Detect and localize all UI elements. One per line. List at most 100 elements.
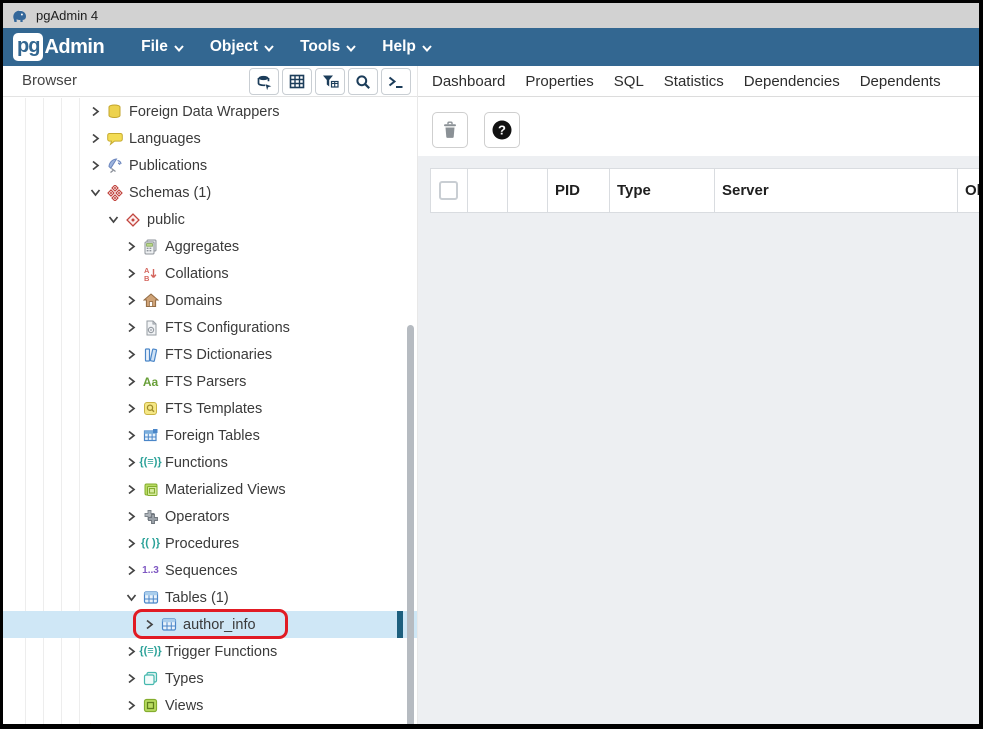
chevron-down-icon[interactable] bbox=[88, 188, 102, 197]
chevron-right-icon[interactable] bbox=[124, 673, 138, 684]
tree-item-sequences[interactable]: 1..3 Sequences bbox=[3, 557, 417, 584]
tree-item-materialized-views[interactable]: Materialized Views bbox=[3, 476, 417, 503]
tree-item-tables[interactable]: Tables (1) bbox=[3, 584, 417, 611]
menu-tools[interactable]: Tools bbox=[287, 29, 369, 65]
tree-item-schemas[interactable]: Schemas (1) bbox=[3, 179, 417, 206]
tree-item-procedures[interactable]: {( )} Procedures bbox=[3, 530, 417, 557]
chevron-right-icon[interactable] bbox=[124, 349, 138, 360]
menu-help[interactable]: Help bbox=[369, 29, 445, 65]
psql-tool-icon bbox=[388, 75, 404, 89]
column-header-type[interactable]: Type bbox=[610, 168, 715, 213]
tree-item-aggregates[interactable]: Aggregates bbox=[3, 233, 417, 260]
chevron-down-icon bbox=[264, 45, 274, 52]
tables-icon bbox=[142, 590, 159, 606]
tab-properties[interactable]: Properties bbox=[515, 67, 603, 96]
tree-item-foreign-data-wrappers[interactable]: Foreign Data Wrappers bbox=[3, 98, 417, 125]
sequences-icon: 1..3 bbox=[142, 563, 159, 579]
menu-file-label: File bbox=[141, 38, 168, 56]
window-titlebar: pgAdmin 4 bbox=[3, 3, 979, 28]
tree-item-label: Collations bbox=[165, 266, 229, 282]
view-data-button[interactable] bbox=[282, 68, 312, 95]
collations-icon: AB bbox=[142, 266, 159, 282]
svg-text:?: ? bbox=[498, 123, 506, 138]
window-title: pgAdmin 4 bbox=[36, 8, 98, 23]
chevron-right-icon[interactable] bbox=[124, 457, 138, 468]
chevron-right-icon[interactable] bbox=[124, 376, 138, 387]
chevron-right-icon[interactable] bbox=[124, 268, 138, 279]
chevron-down-icon[interactable] bbox=[106, 215, 120, 224]
select-all-checkbox[interactable] bbox=[439, 181, 458, 200]
browser-tree: Foreign Data Wrappers Languages Publicat… bbox=[3, 98, 417, 724]
tree-item-fts-configurations[interactable]: FTS Configurations bbox=[3, 314, 417, 341]
tab-dependents[interactable]: Dependents bbox=[850, 67, 951, 96]
tree-item-domains[interactable]: Domains bbox=[3, 287, 417, 314]
chevron-right-icon[interactable] bbox=[124, 484, 138, 495]
fts-configurations-icon bbox=[142, 320, 159, 336]
aggregates-icon bbox=[142, 239, 159, 255]
select-all-cell bbox=[430, 168, 468, 213]
tree-item-publications[interactable]: Publications bbox=[3, 152, 417, 179]
chevron-right-icon[interactable] bbox=[124, 538, 138, 549]
chevron-right-icon[interactable] bbox=[124, 430, 138, 441]
tree-item-functions[interactable]: {(≡)} Functions bbox=[3, 449, 417, 476]
column-header-stop[interactable] bbox=[468, 168, 508, 213]
chevron-right-icon[interactable] bbox=[124, 295, 138, 306]
tree-item-types[interactable]: Types bbox=[3, 665, 417, 692]
chevron-right-icon[interactable] bbox=[88, 133, 102, 144]
schemas-icon bbox=[106, 185, 123, 201]
pgadmin-elephant-icon bbox=[10, 7, 29, 25]
chevron-right-icon[interactable] bbox=[124, 700, 138, 711]
help-button[interactable]: ? bbox=[484, 112, 520, 148]
tree-item-label: FTS Parsers bbox=[165, 374, 246, 390]
chevron-down-icon bbox=[422, 45, 432, 52]
filtered-rows-button[interactable] bbox=[315, 68, 345, 95]
tree-item-fts-dictionaries[interactable]: FTS Dictionaries bbox=[3, 341, 417, 368]
chevron-right-icon[interactable] bbox=[88, 106, 102, 117]
tree-item-fts-templates[interactable]: FTS Templates bbox=[3, 395, 417, 422]
tab-sql[interactable]: SQL bbox=[604, 67, 654, 96]
chevron-down-icon[interactable] bbox=[124, 593, 138, 602]
column-header-object[interactable]: Object bbox=[958, 168, 979, 213]
chevron-right-icon[interactable] bbox=[88, 160, 102, 171]
tree-item-label: Tables (1) bbox=[165, 590, 229, 606]
column-header-server[interactable]: Server bbox=[715, 168, 958, 213]
tab-dependencies[interactable]: Dependencies bbox=[734, 67, 850, 96]
column-header-details[interactable] bbox=[508, 168, 548, 213]
tree-item-views[interactable]: Views bbox=[3, 692, 417, 719]
tree-item-collations[interactable]: AB Collations bbox=[3, 260, 417, 287]
chevron-right-icon[interactable] bbox=[124, 511, 138, 522]
tree-item-languages[interactable]: Languages bbox=[3, 125, 417, 152]
chevron-right-icon[interactable] bbox=[142, 619, 156, 630]
menu-object[interactable]: Object bbox=[197, 29, 287, 65]
chevron-right-icon[interactable] bbox=[124, 322, 138, 333]
chevron-right-icon[interactable] bbox=[124, 241, 138, 252]
trash-icon bbox=[442, 121, 458, 139]
tree-item-label: Languages bbox=[129, 131, 201, 147]
chevron-right-icon[interactable] bbox=[124, 565, 138, 576]
tree-item-trigger-functions[interactable]: {(≡)} Trigger Functions bbox=[3, 638, 417, 665]
psql-tool-button[interactable] bbox=[381, 68, 411, 95]
detail-panel: Dashboard Properties SQL Statistics Depe… bbox=[418, 66, 979, 724]
terminate-process-button[interactable] bbox=[432, 112, 468, 148]
logo-admin-text: Admin bbox=[44, 36, 104, 59]
tree-vertical-scrollbar[interactable] bbox=[407, 325, 414, 724]
tree-item-label: Domains bbox=[165, 293, 222, 309]
tab-statistics[interactable]: Statistics bbox=[654, 67, 734, 96]
help-icon: ? bbox=[491, 119, 513, 141]
search-objects-button[interactable] bbox=[348, 68, 378, 95]
chevron-right-icon[interactable] bbox=[124, 646, 138, 657]
menu-file[interactable]: File bbox=[128, 29, 197, 65]
tree-item-foreign-tables[interactable]: Foreign Tables bbox=[3, 422, 417, 449]
tab-dashboard[interactable]: Dashboard bbox=[422, 67, 515, 96]
servers-button[interactable] bbox=[249, 68, 279, 95]
chevron-right-icon[interactable] bbox=[124, 403, 138, 414]
servers-icon bbox=[256, 74, 273, 90]
tree-item-operators[interactable]: Operators bbox=[3, 503, 417, 530]
tree-item-schema-public[interactable]: public bbox=[3, 206, 417, 233]
column-header-pid[interactable]: PID bbox=[548, 168, 610, 213]
filtered-rows-icon bbox=[322, 74, 339, 89]
dashboard-toolbar-area: ? bbox=[418, 98, 979, 156]
tree-item-fts-parsers[interactable]: Aa FTS Parsers bbox=[3, 368, 417, 395]
browser-toolbar bbox=[249, 68, 411, 95]
tree-item-author-info[interactable]: author_info bbox=[3, 611, 417, 638]
